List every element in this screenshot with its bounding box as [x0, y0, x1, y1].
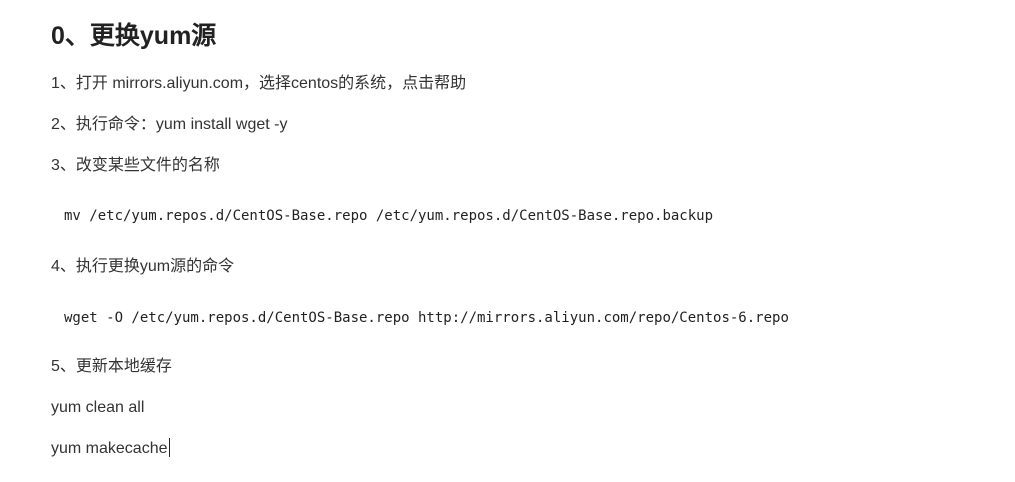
command-makecache: yum makecache	[51, 440, 168, 457]
page-title: 0、更换yum源	[51, 22, 217, 50]
command-clean: yum clean all	[51, 399, 145, 416]
code-line-wget: wget -O /etc/yum.repos.d/CentOS-Base.rep…	[64, 310, 789, 326]
step-2-text: 2、执行命令：yum install wget -y	[51, 116, 288, 133]
command-makecache-line[interactable]: yum makecache	[51, 438, 170, 460]
step-1-text: 1、打开 mirrors.aliyun.com，选择centos的系统，点击帮助	[51, 75, 467, 92]
document-page: 0、更换yum源 1、打开 mirrors.aliyun.com，选择cento…	[0, 0, 1015, 482]
step-5-text: 5、更新本地缓存	[51, 358, 172, 375]
code-line-rename: mv /etc/yum.repos.d/CentOS-Base.repo /et…	[64, 208, 714, 224]
text-cursor	[168, 438, 170, 457]
step-4-text: 4、执行更换yum源的命令	[51, 258, 235, 275]
step-3-text: 3、改变某些文件的名称	[51, 157, 220, 174]
